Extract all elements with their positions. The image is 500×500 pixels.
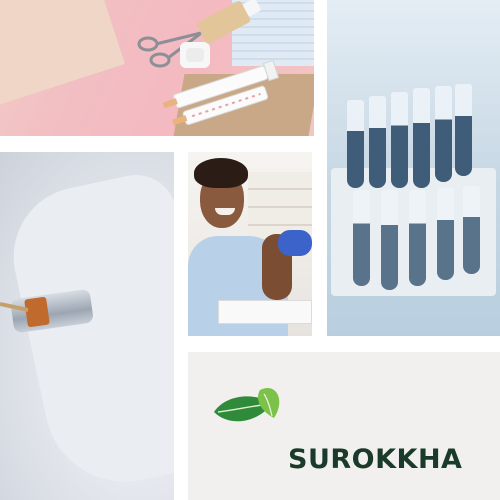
leaf-logo-icon [214, 388, 280, 422]
nurse-glove [278, 230, 312, 256]
brand-wordmark: SUROKKHA [288, 444, 463, 475]
test-tube [381, 190, 398, 290]
supplies-illustration [137, 0, 280, 126]
patient-hair [194, 158, 248, 188]
tape-roll-icon [180, 42, 210, 68]
laptop [218, 300, 312, 324]
logo-panel: SUROKKHA [188, 352, 500, 500]
needle-icon [0, 302, 29, 312]
test-tube [435, 86, 452, 182]
test-tube [347, 100, 364, 188]
needle-illustration [0, 302, 29, 312]
cream-tube-icon [196, 0, 261, 44]
brand-logo: SUROKKHA [212, 382, 472, 473]
test-tube [369, 96, 386, 188]
test-tube [455, 84, 472, 176]
syringe-vial-photo [0, 152, 174, 500]
test-tube [437, 188, 454, 280]
test-tubes-photo [327, 0, 500, 336]
test-tube [413, 88, 430, 188]
test-tube [409, 190, 426, 286]
test-tube [463, 186, 480, 274]
vaccinated-patient-photo [188, 152, 312, 336]
test-tube [353, 190, 370, 286]
test-tube [391, 92, 408, 188]
medical-supplies-photo [0, 0, 314, 136]
